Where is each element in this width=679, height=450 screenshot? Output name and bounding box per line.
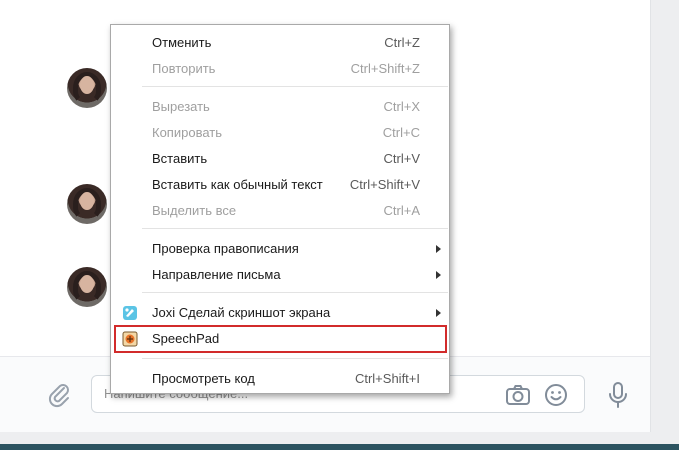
right-background [651,0,679,432]
menu-item-label: Вставить [152,151,208,166]
menu-separator [142,86,448,87]
menu-item-select-all: Выделить все Ctrl+A [111,199,449,223]
avatar[interactable] [67,267,107,307]
menu-item-label: Joxi Сделай скриншот экрана [152,305,331,320]
menu-item-shortcut: Ctrl+X [383,99,420,114]
menu-item-shortcut: Ctrl+Shift+V [349,177,420,192]
context-menu: Отменить Ctrl+Z Повторить Ctrl+Shift+Z В… [110,24,450,394]
menu-item-paste-plain[interactable]: Вставить как обычный текст Ctrl+Shift+V [111,173,449,197]
menu-item-label: Вставить как обычный текст [152,177,323,192]
avatar[interactable] [67,184,107,224]
menu-item-paste[interactable]: Вставить Ctrl+V [111,147,449,171]
menu-item-shortcut: Ctrl+Shift+I [354,371,420,386]
speechpad-highlight-frame [114,325,447,353]
menu-item-shortcut: Ctrl+Shift+Z [350,61,420,76]
menu-item-shortcut: Ctrl+Z [384,35,420,50]
submenu-arrow-icon [436,271,441,279]
menu-item-cut: Вырезать Ctrl+X [111,95,449,119]
avatar-face [80,192,94,210]
submenu-arrow-icon [436,245,441,253]
menu-separator [142,358,448,359]
taskbar-stripe [0,444,679,450]
menu-item-label: Направление письма [152,267,281,282]
menu-item-redo: Повторить Ctrl+Shift+Z [111,57,449,81]
menu-item-label: Вырезать [152,99,210,114]
menu-item-label: Проверка правописания [152,241,299,256]
microphone-icon[interactable] [605,380,631,410]
avatar-face [80,275,94,293]
menu-item-label: Отменить [152,35,212,50]
menu-separator [142,292,448,293]
menu-item-joxi[interactable]: Joxi Сделай скриншот экрана [111,301,449,325]
menu-item-inspect[interactable]: Просмотреть код Ctrl+Shift+I [111,367,449,391]
menu-item-label: Выделить все [152,203,237,218]
menu-item-label: Повторить [152,61,216,76]
smile-icon[interactable] [543,382,569,408]
menu-item-shortcut: Ctrl+C [382,125,420,140]
menu-separator [142,228,448,229]
menu-item-label: Копировать [152,125,222,140]
menu-item-shortcut: Ctrl+A [383,203,420,218]
menu-item-shortcut: Ctrl+V [383,151,420,166]
menu-item-label: Просмотреть код [152,371,255,386]
menu-item-undo[interactable]: Отменить Ctrl+Z [111,31,449,55]
menu-item-spellcheck[interactable]: Проверка правописания [111,237,449,261]
paperclip-icon[interactable] [46,381,74,409]
menu-item-copy: Копировать Ctrl+C [111,121,449,145]
submenu-arrow-icon [436,309,441,317]
menu-item-writing-direction[interactable]: Направление письма [111,263,449,287]
camera-icon[interactable] [505,383,531,407]
bottom-bar [0,432,679,450]
joxi-icon [123,306,137,320]
avatar-face [80,76,94,94]
avatar[interactable] [67,68,107,108]
